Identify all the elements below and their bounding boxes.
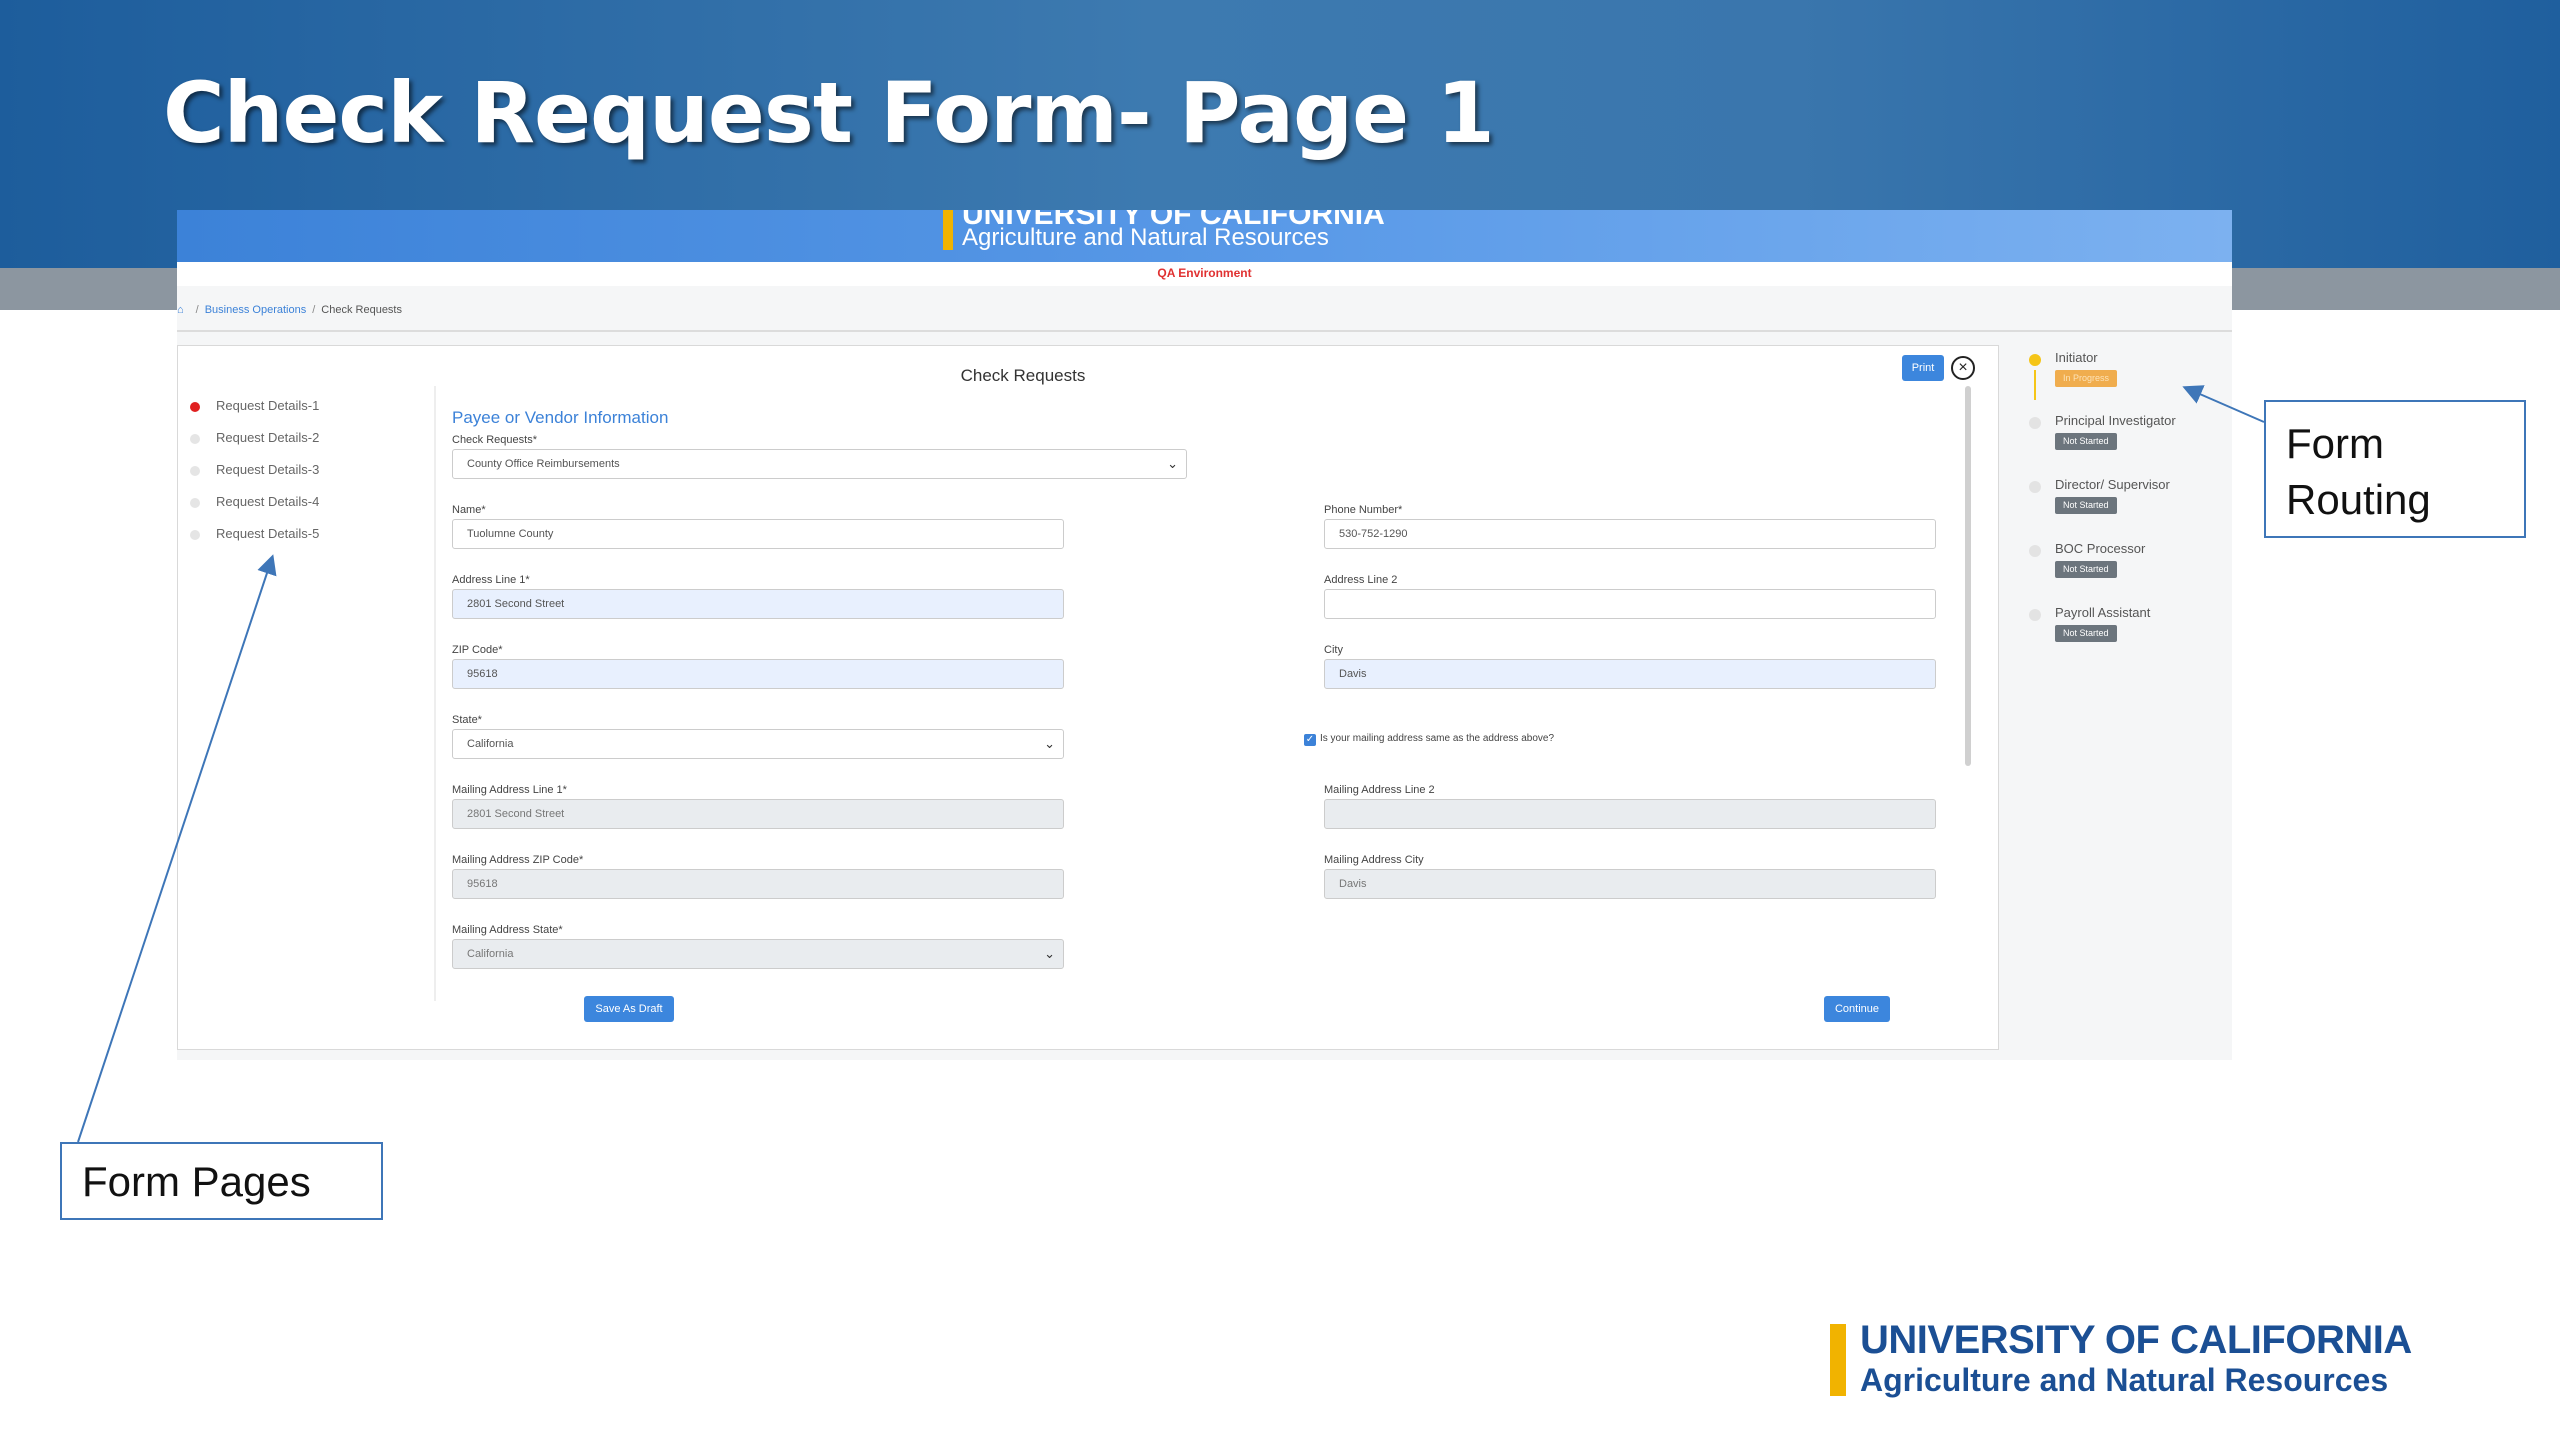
mail-zip-label: Mailing Address ZIP Code* <box>452 854 584 866</box>
chevron-down-icon: ⌄ <box>1167 456 1178 471</box>
status-badge: Not Started <box>2055 561 2117 578</box>
mail-city-label: Mailing Address City <box>1324 854 1424 866</box>
breadcrumb-separator: / <box>195 304 199 316</box>
zip-label: ZIP Code* <box>452 644 503 656</box>
breadcrumb-item-business-operations[interactable]: Business Operations <box>205 304 307 316</box>
state-label: State* <box>452 714 482 726</box>
environment-label: QA Environment <box>1157 266 1252 280</box>
routing-step-name: Director/ Supervisor <box>2055 477 2170 492</box>
mail-address1-label: Mailing Address Line 1* <box>452 784 567 796</box>
mail-state-value: California <box>467 948 514 960</box>
check-requests-label: Check Requests* <box>452 434 537 446</box>
payee-form: Payee or Vendor Information Check Reques… <box>434 386 1970 1046</box>
routing-step-boc-processor: BOC Processor Not Started <box>2027 541 2227 601</box>
page-dot-icon <box>190 530 200 540</box>
phone-input[interactable]: 530-752-1290 <box>1324 519 1936 549</box>
address2-label: Address Line 2 <box>1324 574 1398 586</box>
status-badge: Not Started <box>2055 497 2117 514</box>
logo-bar <box>943 210 953 250</box>
name-input[interactable]: Tuolumne County <box>452 519 1064 549</box>
page-dot-icon <box>190 466 200 476</box>
page-item-label: Request Details-3 <box>216 462 320 477</box>
step-dot-icon <box>2029 609 2041 621</box>
form-routing-callout: Form Routing <box>2264 400 2526 538</box>
phone-label: Phone Number* <box>1324 504 1403 516</box>
page-item-label: Request Details-4 <box>216 494 320 509</box>
routing-step-principal-investigator: Principal Investigator Not Started <box>2027 413 2227 473</box>
check-requests-value: County Office Reimbursements <box>467 458 620 470</box>
form-pages-callout: Form Pages <box>60 1142 383 1220</box>
routing-step-name: BOC Processor <box>2055 541 2146 556</box>
page-item-label: Request Details-2 <box>216 430 320 445</box>
name-label: Name* <box>452 504 486 516</box>
mail-zip-input[interactable]: 95618 <box>452 869 1064 899</box>
logo-line1: UNIVERSITY OF CALIFORNIA <box>1860 1318 2412 1362</box>
routing-step-payroll-assistant: Payroll Assistant Not Started <box>2027 605 2227 665</box>
continue-button[interactable]: Continue <box>1824 996 1890 1022</box>
status-badge: In Progress <box>2055 370 2118 387</box>
scrollbar[interactable] <box>1965 386 1971 766</box>
page-dot-icon <box>190 434 200 444</box>
same-address-checkbox[interactable]: ✓ <box>1304 734 1316 746</box>
page-item-label: Request Details-1 <box>216 398 320 413</box>
mail-address1-input[interactable]: 2801 Second Street <box>452 799 1064 829</box>
routing-step-initiator: Initiator In Progress <box>2027 350 2227 410</box>
city-input[interactable]: Davis <box>1324 659 1936 689</box>
active-page-dot-icon <box>190 402 200 412</box>
address2-input[interactable] <box>1324 589 1936 619</box>
status-badge: Not Started <box>2055 433 2117 450</box>
address1-input[interactable]: 2801 Second Street <box>452 589 1064 619</box>
routing-step-name: Payroll Assistant <box>2055 605 2151 620</box>
app-header: UNIVERSITY OF CALIFORNIA Agriculture and… <box>177 210 2232 262</box>
routing-step-director: Director/ Supervisor Not Started <box>2027 477 2227 537</box>
status-badge: Not Started <box>2055 625 2117 642</box>
mail-state-select[interactable]: California ⌄ <box>452 939 1064 969</box>
header-logo-line2: Agriculture and Natural Resources <box>962 224 1329 251</box>
close-icon[interactable]: × <box>1951 356 1975 380</box>
chevron-down-icon: ⌄ <box>1044 946 1055 961</box>
logo-line2: Agriculture and Natural Resources <box>1860 1362 2389 1398</box>
step-dot-icon <box>2029 545 2041 557</box>
current-step-dot-icon <box>2029 354 2041 366</box>
mail-address2-label: Mailing Address Line 2 <box>1324 784 1435 796</box>
zip-input[interactable]: 95618 <box>452 659 1064 689</box>
routing-step-name: Initiator <box>2055 350 2098 365</box>
panel-title: Check Requests <box>960 366 1086 385</box>
save-draft-button[interactable]: Save As Draft <box>584 996 674 1022</box>
breadcrumb-item-check-requests: Check Requests <box>321 304 402 316</box>
divider <box>177 330 2232 332</box>
state-value: California <box>467 738 514 750</box>
address1-label: Address Line 1* <box>452 574 530 586</box>
breadcrumb-separator: / <box>312 304 316 316</box>
check-requests-panel: Check Requests Print × Request Details-1… <box>177 345 1999 1050</box>
same-address-label: Is your mailing address same as the addr… <box>1320 733 1555 744</box>
environment-strip: QA Environment <box>177 262 2232 286</box>
check-requests-select[interactable]: County Office Reimbursements ⌄ <box>452 449 1187 479</box>
page-item-label: Request Details-5 <box>216 526 320 541</box>
home-icon[interactable]: ⌂ <box>177 304 184 316</box>
step-dot-icon <box>2029 417 2041 429</box>
print-button[interactable]: Print <box>1902 355 1944 381</box>
mail-address2-input[interactable] <box>1324 799 1936 829</box>
section-title: Payee or Vendor Information <box>452 408 669 427</box>
city-label: City <box>1324 644 1343 656</box>
form-routing: Initiator In Progress Principal Investig… <box>2027 350 2227 690</box>
state-select[interactable]: California ⌄ <box>452 729 1064 759</box>
routing-step-name: Principal Investigator <box>2055 413 2176 428</box>
logo-bar <box>1830 1324 1846 1396</box>
breadcrumb: ⌂ / Business Operations / Check Requests <box>177 304 402 324</box>
chevron-down-icon: ⌄ <box>1044 736 1055 751</box>
ucanr-logo: UNIVERSITY OF CALIFORNIA Agriculture and… <box>1830 1318 2412 1398</box>
mail-city-input[interactable]: Davis <box>1324 869 1936 899</box>
presentation-slide: Check Request Form- Page 1 UNIVERSITY OF… <box>0 0 2560 1440</box>
page-dot-icon <box>190 498 200 508</box>
app-screenshot: UNIVERSITY OF CALIFORNIA Agriculture and… <box>177 210 2232 1060</box>
step-dot-icon <box>2029 481 2041 493</box>
slide-title: Check Request Form- Page 1 <box>163 64 1495 162</box>
mail-state-label: Mailing Address State* <box>452 924 563 936</box>
